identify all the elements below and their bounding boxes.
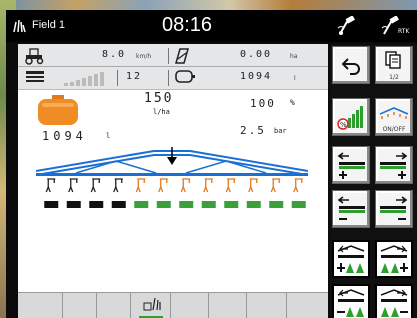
rtk-label: RTK: [398, 28, 410, 35]
field-name[interactable]: Field 1: [32, 19, 65, 31]
gps-signal-icon[interactable]: [336, 15, 358, 40]
sections-icon: [24, 69, 46, 89]
nozzle: [248, 178, 258, 193]
tank-amount-unit: l: [106, 132, 111, 140]
page-label: 1/2: [389, 74, 399, 81]
section-remove-left-button[interactable]: [332, 190, 370, 228]
section-indicator[interactable]: [201, 201, 216, 208]
info-bar: 8.0 km/h 0.00 ha 12 1094 l: [18, 44, 328, 90]
section-indicator[interactable]: [111, 201, 126, 208]
nozzle: [203, 178, 213, 193]
field-view-icon: [143, 296, 161, 316]
field-icon[interactable]: [12, 18, 26, 37]
sections-right-off-icon: [380, 289, 408, 317]
rate-level-button[interactable]: %: [332, 98, 370, 136]
main-work-area: 8.0 km/h 0.00 ha 12 1094 l 150 l/ha 100 …: [18, 44, 328, 318]
softkey-8[interactable]: [287, 293, 328, 318]
boom-onoff-icon: [379, 107, 409, 119]
sprayer-work-view: 150 l/ha 100 % 1094 l 2.5 bar: [18, 91, 328, 318]
application-rate-value[interactable]: 150: [144, 91, 173, 106]
pressure-value: 2.5: [240, 124, 266, 137]
sections-left-on-icon: [337, 245, 365, 273]
softkey-6[interactable]: [209, 293, 247, 318]
tank-unit: l: [294, 75, 296, 82]
pressure-unit: bar: [274, 127, 287, 135]
all-sections-right-off-button[interactable]: [375, 284, 413, 318]
section-add-left-button[interactable]: [332, 146, 370, 184]
onoff-label: ON/OFF: [382, 126, 406, 133]
nozzle: [135, 178, 146, 193]
section-plus-right-icon: [380, 152, 408, 179]
section-plus-left-icon: [337, 152, 365, 179]
back-button[interactable]: [332, 46, 370, 84]
nozzle: [270, 178, 281, 193]
section-indicator[interactable]: [44, 201, 59, 208]
softkey-7[interactable]: [247, 293, 287, 318]
section-minus-right-icon: [380, 196, 408, 220]
all-sections-left-on-button[interactable]: [332, 240, 370, 278]
percent-sign: %: [290, 98, 295, 107]
bottom-softkey-bar: [18, 292, 328, 318]
tractor-speed-icon: [24, 47, 46, 69]
section-indicator[interactable]: [66, 201, 81, 208]
section-indicator[interactable]: [269, 201, 284, 208]
info-separator: [117, 70, 118, 86]
nozzle: [293, 178, 303, 193]
all-sections-right-on-button[interactable]: [375, 240, 413, 278]
all-sections-left-off-button[interactable]: [332, 284, 370, 318]
section-indicator[interactable]: [246, 201, 261, 208]
info-row-2: 12 1094 l: [18, 68, 328, 89]
section-indicator[interactable]: [224, 201, 239, 208]
section-add-right-button[interactable]: [375, 146, 413, 184]
tank-icon: [174, 69, 196, 89]
tank-graphic: [38, 95, 80, 131]
nozzle: [113, 178, 123, 193]
nozzle: [90, 178, 101, 193]
section-indicator[interactable]: [134, 201, 149, 208]
sections-value: 12: [126, 71, 143, 82]
softkey-1[interactable]: [18, 293, 63, 318]
area-unit: ha: [290, 53, 298, 60]
clock: 08:16: [162, 14, 213, 36]
sections-right-on-icon: [380, 245, 408, 273]
info-row-1: 8.0 km/h 0.00 ha: [18, 46, 328, 67]
softkey-5[interactable]: [171, 293, 209, 318]
terminal-screen: Field 1 08:16 RTK 8.0 km/h 0.00 ha 12 10…: [6, 10, 417, 318]
area-icon: [174, 47, 190, 69]
nozzle: [45, 178, 56, 193]
softkey-2[interactable]: [63, 293, 97, 318]
softkey-3[interactable]: [97, 293, 131, 318]
info-separator: [168, 70, 169, 86]
softkey-field-view[interactable]: [131, 293, 171, 318]
section-indicator[interactable]: [179, 201, 194, 208]
nozzle: [180, 178, 191, 193]
tank-value: 1094: [240, 71, 273, 82]
area-value: 0.00: [240, 49, 273, 60]
boom-onoff-button[interactable]: ON/OFF: [375, 98, 413, 136]
back-arrow-icon: [341, 58, 360, 75]
rate-level-icon: %: [337, 106, 363, 130]
info-separator: [168, 48, 169, 64]
right-softkey-panel: 1/2 % ON/OFF: [330, 44, 417, 318]
status-bar: Field 1 08:16 RTK: [6, 10, 417, 42]
application-rate-unit: l/ha: [153, 108, 170, 116]
page-switch-button[interactable]: 1/2: [375, 46, 413, 84]
section-minus-left-icon: [337, 196, 365, 220]
nozzle: [225, 178, 236, 193]
section-indicator[interactable]: [89, 201, 104, 208]
section-status-row[interactable]: [40, 195, 310, 214]
svg-text:%: %: [340, 121, 347, 129]
rate-percent-value[interactable]: 100: [250, 97, 276, 110]
sections-left-off-icon: [337, 289, 365, 317]
section-indicator[interactable]: [291, 201, 306, 208]
nozzle: [68, 178, 78, 193]
page-icon: [385, 51, 401, 69]
section-remove-right-button[interactable]: [375, 190, 413, 228]
speed-value: 8.0: [102, 49, 127, 60]
speed-unit: km/h: [136, 53, 152, 60]
sprayer-boom-graphic: [35, 141, 309, 181]
section-indicator[interactable]: [156, 201, 171, 208]
section-level-bars: [64, 71, 112, 90]
nozzle: [158, 178, 168, 193]
